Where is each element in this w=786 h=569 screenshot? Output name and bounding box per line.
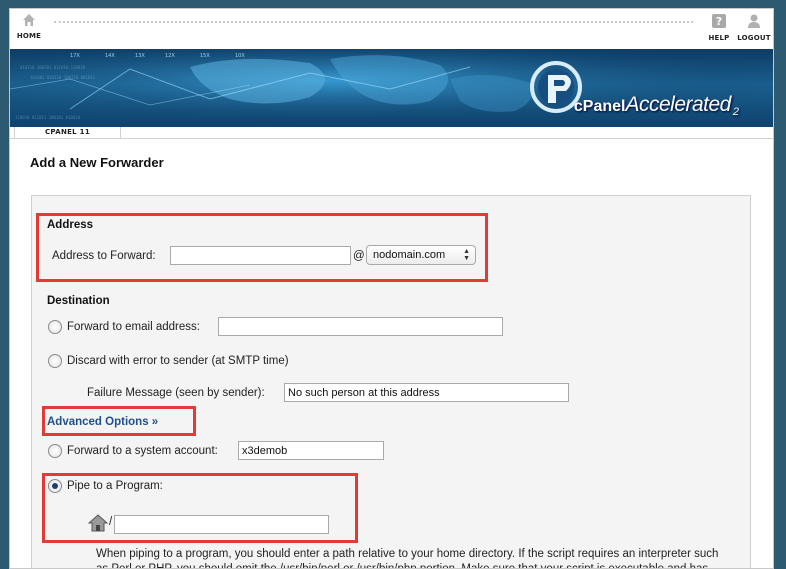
brand-name: Accelerated: [625, 93, 731, 116]
system-account-radio[interactable]: [48, 444, 62, 458]
tab-cpanel[interactable]: CPANEL 11: [14, 127, 122, 139]
cpanel-logo-icon: [530, 61, 582, 113]
forward-email-radio[interactable]: [48, 320, 62, 334]
address-highlight-box: [36, 213, 488, 282]
system-account-label: Forward to a system account:: [67, 445, 218, 457]
svg-text:010110 100101 011010 110010: 010110 100101 011010 110010: [20, 65, 86, 70]
home-button[interactable]: HOME: [12, 13, 46, 41]
failure-message-label: Failure Message (seen by sender):: [87, 387, 265, 399]
top-bar: HOME ? HELP LOGOUT: [10, 9, 773, 47]
cpanel-window: HOME ? HELP LOGOUT 010110 100101 011010 …: [9, 8, 774, 569]
svg-text:110010 011011 100101 010010: 110010 011011 100101 010010: [15, 115, 81, 120]
failure-message-input[interactable]: [284, 383, 569, 402]
discard-radio[interactable]: [48, 354, 62, 368]
cpanel-banner: 010110 100101 011010 110010 101001 01011…: [10, 49, 773, 127]
ticker-label: 14X: [105, 53, 115, 59]
ticker-label: 15X: [200, 53, 210, 59]
svg-text:?: ?: [716, 15, 722, 28]
ticker-label: 12X: [165, 53, 175, 59]
logout-button[interactable]: LOGOUT: [736, 13, 772, 43]
ticker-label: 13X: [135, 53, 145, 59]
brand-wordmark: cPanelAccelerated 2: [574, 93, 739, 118]
forward-email-input[interactable]: [218, 317, 503, 336]
page-title: Add a New Forwarder: [30, 155, 164, 170]
pipe-program-highlight-box: [42, 473, 358, 543]
pipe-help-text: When piping to a program, you should ent…: [96, 548, 719, 569]
user-icon: [748, 14, 760, 28]
advanced-options-highlight-box: [42, 406, 196, 436]
house-icon: [23, 14, 35, 26]
brand-version: 2: [732, 106, 739, 118]
ticker-label: 10X: [235, 53, 245, 59]
discard-label: Discard with error to sender (at SMTP ti…: [67, 355, 289, 367]
top-divider: [54, 21, 693, 23]
forward-email-label: Forward to email address:: [67, 321, 200, 333]
svg-text:101001 010110 100110 001011: 101001 010110 100110 001011: [30, 75, 96, 80]
brand-prefix: cPanel: [573, 98, 626, 115]
help-icon: ?: [712, 14, 726, 28]
help-button[interactable]: ? HELP: [702, 13, 736, 43]
system-account-input[interactable]: [238, 441, 384, 460]
ticker-label: 17X: [70, 53, 80, 59]
help-label: HELP: [708, 34, 730, 42]
breadcrumb-strip: CPANEL 11: [10, 127, 773, 139]
forwarder-form-panel: Address Address to Forward: @ nodomain.c…: [31, 195, 751, 569]
destination-heading: Destination: [47, 295, 110, 307]
home-label: HOME: [16, 32, 42, 40]
logout-label: LOGOUT: [737, 34, 771, 42]
